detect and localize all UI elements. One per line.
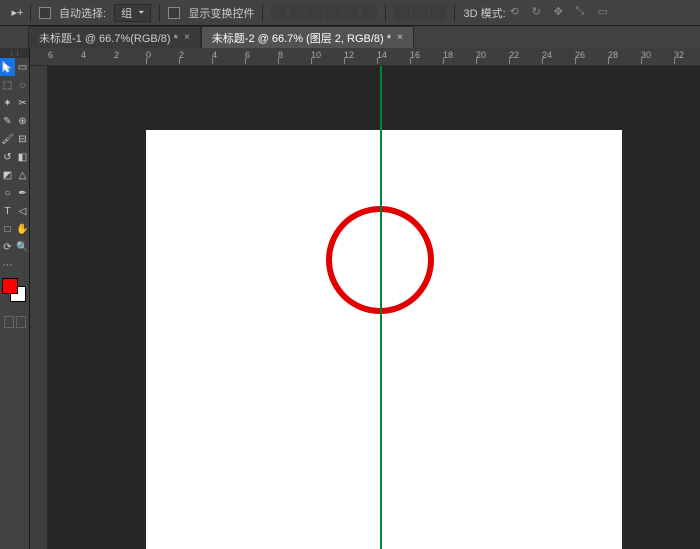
crop-tool[interactable]: ✂ — [15, 94, 30, 112]
rectangle-tool[interactable]: □ — [0, 220, 15, 238]
canvas-area[interactable] — [48, 66, 700, 549]
align-center-icon[interactable] — [343, 5, 359, 21]
toolbox-grip[interactable]: ⋮⋮ — [0, 48, 29, 58]
quick-select-tool[interactable]: ✶ — [0, 94, 15, 112]
auto-select-dropdown[interactable]: 组 — [114, 4, 151, 22]
align-middle-icon[interactable] — [289, 5, 305, 21]
mode-3d-label: 3D 模式: — [463, 5, 505, 21]
separator — [454, 4, 455, 22]
toolbox: ⋮⋮ ▭ ⬚ ◌ ✶ ✂ ✎ ⊕ 🖌 ⊟ ↺ ◧ ◩ △ ○ ✒ T ◁ □ ✋… — [0, 48, 30, 549]
stamp-tool[interactable]: ⊟ — [15, 130, 30, 148]
align-buttons — [271, 5, 377, 21]
zoom-tool[interactable]: 🔍 — [15, 238, 30, 256]
color-swatches — [0, 278, 29, 310]
separator — [159, 4, 160, 22]
align-bottom-icon[interactable] — [307, 5, 323, 21]
auto-select-checkbox[interactable] — [39, 7, 51, 19]
distribute-h-icon[interactable] — [394, 5, 410, 21]
auto-select-label: 自动选择: — [59, 5, 106, 21]
options-bar: ▸+ 自动选择: 组 显示变换控件 3D 模式: ⟲ ↻ ✥ ⤡ ▭ — [0, 0, 700, 26]
tab-label: 未标题-2 @ 66.7% (图层 2, RGB/8) * — [212, 30, 391, 46]
close-icon[interactable]: × — [184, 32, 190, 43]
mode-3d-section: 3D 模式: ⟲ ↻ ✥ ⤡ ▭ — [463, 5, 615, 21]
eraser-tool[interactable]: ◧ — [15, 148, 30, 166]
foreground-color-swatch[interactable] — [2, 278, 18, 294]
path-select-tool[interactable]: ◁ — [15, 202, 30, 220]
rotate-view-tool[interactable]: ⟳ — [0, 238, 15, 256]
show-transform-checkbox[interactable] — [168, 7, 180, 19]
standard-mode-button[interactable] — [4, 316, 14, 328]
document-tab-bar: 未标题-1 @ 66.7%(RGB/8) * × 未标题-2 @ 66.7% (… — [0, 26, 700, 48]
slide-icon[interactable]: ⤡ — [576, 5, 594, 21]
align-right-icon[interactable] — [361, 5, 377, 21]
tab-label: 未标题-1 @ 66.7%(RGB/8) * — [39, 30, 178, 46]
tool-grid: ▭ ⬚ ◌ ✶ ✂ ✎ ⊕ 🖌 ⊟ ↺ ◧ ◩ △ ○ ✒ T ◁ □ ✋ ⟳ … — [0, 58, 29, 274]
distribute-v-icon[interactable] — [412, 5, 428, 21]
blur-tool[interactable]: △ — [15, 166, 30, 184]
distribute-buttons — [394, 5, 446, 21]
gradient-tool[interactable]: ◩ — [0, 166, 15, 184]
pen-tool[interactable]: ✒ — [15, 184, 30, 202]
document-tab-2[interactable]: 未标题-2 @ 66.7% (图层 2, RGB/8) * × — [201, 26, 414, 48]
dodge-tool[interactable]: ○ — [0, 184, 15, 202]
align-top-icon[interactable] — [271, 5, 287, 21]
marquee-tool[interactable]: ⬚ — [0, 76, 15, 94]
brush-tool[interactable]: 🖌 — [0, 130, 15, 148]
pan-icon[interactable]: ✥ — [554, 5, 572, 21]
close-icon[interactable]: × — [397, 32, 403, 43]
document-tab-1[interactable]: 未标题-1 @ 66.7%(RGB/8) * × — [28, 26, 201, 48]
horizontal-ruler[interactable]: 642024681012141618202224262830323436 — [40, 48, 700, 66]
quickmask-mode-button[interactable] — [16, 316, 26, 328]
move-tool-indicator[interactable]: ▸+ — [5, 4, 31, 22]
distribute-icon[interactable] — [430, 5, 446, 21]
lasso-tool[interactable]: ◌ — [15, 76, 30, 94]
document-canvas[interactable] — [146, 130, 622, 549]
align-left-icon[interactable] — [325, 5, 341, 21]
artboard-tool[interactable]: ▭ — [15, 58, 30, 76]
vertical-ruler[interactable] — [30, 66, 48, 549]
screen-mode-buttons — [0, 316, 29, 328]
history-brush-tool[interactable]: ↺ — [0, 148, 15, 166]
eyedropper-tool[interactable]: ✎ — [0, 112, 15, 130]
roll-icon[interactable]: ↻ — [532, 5, 550, 21]
orbit-icon[interactable]: ⟲ — [510, 5, 528, 21]
edit-toolbar[interactable]: ⋯ — [0, 256, 15, 274]
healing-tool[interactable]: ⊕ — [15, 112, 30, 130]
type-tool[interactable]: T — [0, 202, 15, 220]
move-tool[interactable] — [0, 58, 15, 76]
vertical-guide[interactable] — [380, 66, 382, 549]
separator — [262, 4, 263, 22]
separator — [385, 4, 386, 22]
show-transform-label: 显示变换控件 — [188, 5, 254, 21]
hand-tool[interactable]: ✋ — [15, 220, 30, 238]
scale-icon[interactable]: ▭ — [598, 5, 616, 21]
